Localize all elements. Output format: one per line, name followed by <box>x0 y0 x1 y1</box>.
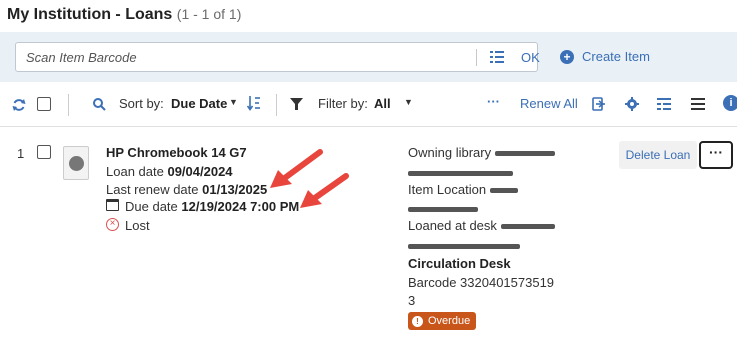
item-location-label: Item Location <box>408 182 487 197</box>
page-title-text: My Institution - Loans <box>7 6 173 23</box>
delete-loan-button[interactable]: Delete Loan <box>619 141 697 169</box>
ok-button[interactable]: OK <box>521 50 540 65</box>
select-all-checkbox[interactable] <box>37 97 51 111</box>
owning-library: Owning library <box>408 145 555 160</box>
barcode-continued: 3 <box>408 293 416 308</box>
plus-circle-icon: + <box>560 49 574 64</box>
scan-divider <box>476 49 477 66</box>
sort-by-label: Sort by: <box>119 96 164 111</box>
item-thumbnail-icon <box>63 146 89 180</box>
annotation-arrow <box>300 173 349 208</box>
row-divider <box>0 126 737 127</box>
row-checkbox[interactable] <box>37 145 51 159</box>
columns-icon[interactable] <box>657 98 671 110</box>
list-icon[interactable] <box>490 51 504 63</box>
row-number: 1 <box>17 146 25 161</box>
toolbar: Sort by: Due Date ▼ Filter by: All ▼ ···… <box>0 90 737 120</box>
clock-icon: ! <box>412 315 423 327</box>
due-date-value: 12/19/2024 7:00 PM <box>181 199 300 214</box>
barcode: Barcode 3320401573519 <box>408 275 554 290</box>
calendar-icon <box>106 199 119 211</box>
toolbar-divider <box>276 94 277 116</box>
item-title[interactable]: HP Chromebook 14 G7 <box>106 145 247 160</box>
owning-library-label: Owning library <box>408 145 492 160</box>
overdue-label: Overdue <box>428 315 471 327</box>
redacted-text <box>500 224 555 230</box>
search-icon[interactable] <box>93 98 106 111</box>
due-date-label: Due date <box>125 199 178 214</box>
redacted-text <box>489 188 518 194</box>
refresh-icon[interactable] <box>12 98 26 112</box>
create-item-label: Create Item <box>582 49 650 64</box>
export-icon[interactable] <box>592 97 606 111</box>
loan-date-label: Loan date <box>106 164 164 179</box>
result-count: (1 - 1 of 1) <box>176 6 242 22</box>
last-renew-date: Last renew date 01/13/2025 <box>106 182 267 197</box>
scan-bar: Scan Item Barcode OK + Create Item <box>0 32 737 82</box>
filter-dropdown[interactable]: All <box>374 96 391 111</box>
settings-icon[interactable] <box>625 97 639 111</box>
loan-date: Loan date 09/04/2024 <box>106 164 233 179</box>
scan-barcode-placeholder: Scan Item Barcode <box>26 50 137 65</box>
redacted-line <box>408 165 513 180</box>
renew-all-button[interactable]: Renew All <box>520 96 578 111</box>
info-icon[interactable]: i <box>723 95 737 111</box>
redacted-text <box>408 244 520 250</box>
loan-date-value: 09/04/2024 <box>167 164 233 179</box>
redacted-text <box>408 207 478 213</box>
list-view-icon[interactable] <box>691 98 705 110</box>
filter-by-label: Filter by: <box>318 96 368 111</box>
filter-icon[interactable] <box>290 98 303 111</box>
last-renew-label: Last renew date <box>106 182 199 197</box>
chevron-down-icon[interactable]: ▼ <box>404 97 413 107</box>
loaned-at-desk-label: Loaned at desk <box>408 218 497 233</box>
create-item-button[interactable]: + Create Item <box>560 49 650 64</box>
redacted-text <box>494 151 555 157</box>
more-actions-icon[interactable]: ··· <box>487 94 500 109</box>
chevron-down-icon[interactable]: ▼ <box>229 97 238 107</box>
circulation-desk: Circulation Desk <box>408 256 511 271</box>
scan-barcode-input[interactable]: Scan Item Barcode OK <box>15 42 540 72</box>
row-more-actions-button[interactable]: ··· <box>699 141 733 169</box>
due-date: Due date 12/19/2024 7:00 PM <box>125 199 299 214</box>
sort-direction-icon[interactable] <box>247 95 261 111</box>
redacted-text <box>408 171 513 177</box>
barcode-label: Barcode <box>408 275 457 290</box>
lost-status-icon: × <box>106 218 119 231</box>
page-title: My Institution - Loans (1 - 1 of 1) <box>7 6 241 24</box>
redacted-line <box>408 201 478 216</box>
lost-status: Lost <box>125 218 150 233</box>
loaned-at-desk: Loaned at desk <box>408 218 555 233</box>
overdue-badge: ! Overdue <box>408 312 477 330</box>
last-renew-value: 01/13/2025 <box>202 182 268 197</box>
barcode-value: 3320401573519 <box>460 275 555 290</box>
redacted-line <box>408 238 520 253</box>
toolbar-divider <box>68 94 69 116</box>
item-location: Item Location <box>408 182 518 197</box>
sort-by-dropdown[interactable]: Due Date <box>171 96 227 111</box>
